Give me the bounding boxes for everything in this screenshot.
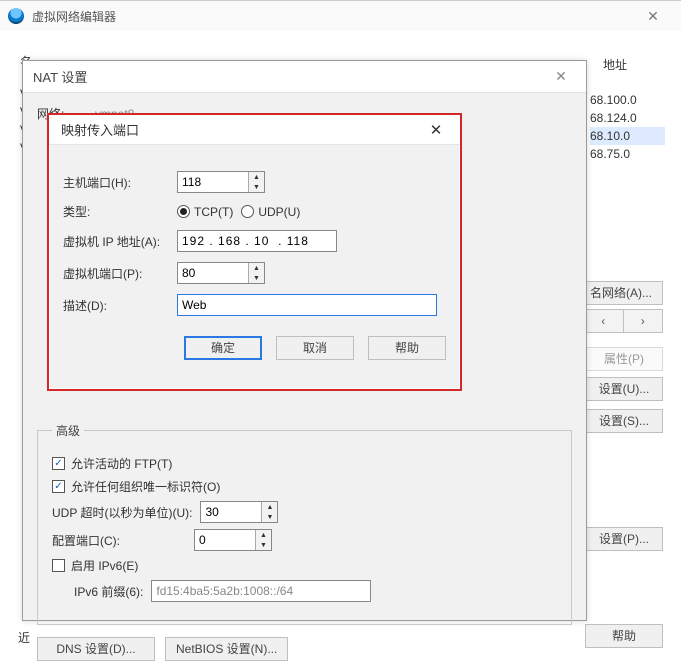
vm-port-stepper[interactable]: ▲▼	[177, 262, 265, 284]
editor-help-button[interactable]: 帮助	[585, 622, 663, 650]
map-close-icon[interactable]: ✕	[424, 121, 448, 139]
spin-up-icon[interactable]: ▲	[262, 502, 277, 512]
ok-button[interactable]: 确定	[184, 336, 262, 360]
advanced-legend: 高级	[52, 422, 84, 439]
vm-ip-label: 虚拟机 IP 地址(A):	[63, 233, 177, 250]
vm-port-input[interactable]	[178, 263, 248, 283]
host-port-stepper[interactable]: ▲▼	[177, 171, 265, 193]
map-incoming-port-dialog: 映射传入端口 ✕ 主机端口(H): ▲▼ 类型: TCP(T) UDP(U) 虚…	[47, 113, 462, 391]
ipv6-prefix-input[interactable]	[151, 580, 371, 602]
host-port-input[interactable]	[178, 172, 248, 192]
spin-up-icon[interactable]: ▲	[249, 263, 264, 273]
netbios-settings-button[interactable]: NetBIOS 设置(N)...	[165, 637, 288, 661]
ip-fragment[interactable]: 68.124.0	[590, 109, 665, 127]
pager-next-icon[interactable]: ›	[623, 310, 663, 332]
config-port-input[interactable]	[195, 530, 255, 550]
type-udp-label: UDP(U)	[258, 205, 300, 219]
app-logo-icon	[8, 8, 24, 24]
type-tcp-radio[interactable]: TCP(T)	[177, 205, 233, 219]
map-title: 映射传入端口	[61, 120, 424, 139]
checkbox-checked-icon: ✓	[52, 480, 65, 493]
editor-title: 虚拟网络编辑器	[32, 8, 633, 25]
settings-s-button[interactable]: 设置(S)...	[585, 407, 663, 435]
rename-network-button[interactable]: 名网络(A)...	[579, 279, 663, 307]
checkbox-unchecked-icon	[52, 559, 65, 572]
udp-timeout-input[interactable]	[201, 502, 261, 522]
dns-settings-button[interactable]: DNS 设置(D)...	[37, 637, 155, 661]
cancel-button[interactable]: 取消	[276, 336, 354, 360]
properties-button[interactable]: 属性(P)	[585, 345, 663, 373]
spin-up-icon[interactable]: ▲	[256, 530, 271, 540]
ip-fragment[interactable]: 68.75.0	[590, 145, 665, 163]
port-table-pager[interactable]: ‹ ›	[583, 309, 663, 333]
radio-unselected-icon	[241, 205, 254, 218]
allow-active-ftp-checkbox[interactable]: ✓ 允许活动的 FTP(T)	[52, 455, 172, 472]
nat-titlebar: NAT 设置 ✕	[23, 61, 586, 93]
ip-fragment-selected[interactable]: 68.10.0	[590, 127, 665, 145]
settings-u-button[interactable]: 设置(U)...	[585, 375, 663, 403]
editor-titlebar: 虚拟网络编辑器 ✕	[0, 1, 681, 31]
ip-fragment[interactable]: 68.100.0	[590, 91, 665, 109]
spin-up-icon[interactable]: ▲	[249, 172, 264, 182]
help-button[interactable]: 帮助	[368, 336, 446, 360]
editor-close-icon[interactable]: ✕	[633, 8, 673, 25]
enable-ipv6-checkbox[interactable]: 启用 IPv6(E)	[52, 557, 138, 574]
vm-port-label: 虚拟机端口(P):	[63, 265, 177, 282]
column-header-address: 地址	[603, 56, 663, 73]
udp-timeout-label: UDP 超时(以秒为单位)(U):	[52, 504, 192, 521]
map-titlebar: 映射传入端口 ✕	[49, 115, 460, 145]
checkbox-checked-icon: ✓	[52, 457, 65, 470]
allow-oui-label: 允许任何组织唯一标识符(O)	[71, 478, 220, 495]
description-label: 描述(D):	[63, 297, 177, 314]
enable-ipv6-label: 启用 IPv6(E)	[71, 557, 138, 574]
type-tcp-label: TCP(T)	[194, 205, 233, 219]
nat-close-icon[interactable]: ✕	[546, 68, 576, 85]
allow-oui-checkbox[interactable]: ✓ 允许任何组织唯一标识符(O)	[52, 478, 220, 495]
type-label: 类型:	[63, 203, 177, 220]
ipv6-prefix-label: IPv6 前缀(6):	[74, 583, 143, 600]
config-port-label: 配置端口(C):	[52, 532, 120, 549]
host-port-label: 主机端口(H):	[63, 174, 177, 191]
network-ip-fragments: 68.100.0 68.124.0 68.10.0 68.75.0	[590, 91, 665, 163]
radio-selected-icon	[177, 205, 190, 218]
udp-timeout-stepper[interactable]: ▲▼	[200, 501, 278, 523]
spin-down-icon[interactable]: ▼	[262, 512, 277, 522]
spin-down-icon[interactable]: ▼	[249, 273, 264, 283]
type-udp-radio[interactable]: UDP(U)	[241, 205, 300, 219]
vm-ip-input[interactable]	[177, 230, 337, 252]
settings-p-button[interactable]: 设置(P)...	[585, 525, 663, 553]
config-port-stepper[interactable]: ▲▼	[194, 529, 272, 551]
advanced-group: 高级 ✓ 允许活动的 FTP(T) ✓ 允许任何组织唯一标识符(O) UDP 超…	[37, 422, 572, 625]
nat-title: NAT 设置	[33, 67, 546, 86]
pager-prev-icon[interactable]: ‹	[584, 310, 623, 332]
allow-active-ftp-label: 允许活动的 FTP(T)	[71, 455, 172, 472]
spin-down-icon[interactable]: ▼	[256, 540, 271, 550]
description-input[interactable]	[177, 294, 437, 316]
spin-down-icon[interactable]: ▼	[249, 182, 264, 192]
